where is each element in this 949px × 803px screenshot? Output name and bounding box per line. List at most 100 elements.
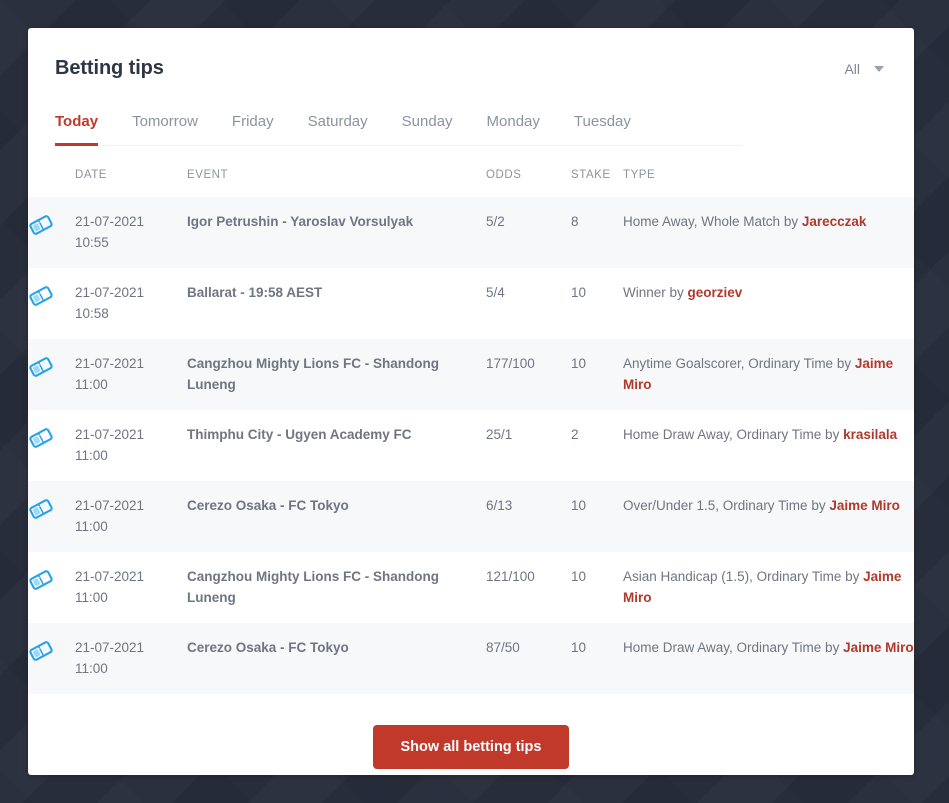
row-tipster-link[interactable]: Jaime Miro: [623, 569, 901, 605]
row-type-cell: Over/Under 1.5, Ordinary Time by Jaime M…: [623, 481, 914, 552]
row-stake-cell: 2: [571, 410, 623, 481]
row-date-cell: 21-07-2021 11:00: [75, 623, 187, 694]
table-header-row: DATE EVENT ODDS STAKE TYPE: [28, 163, 914, 197]
row-date-cell: 21-07-2021 10:55: [75, 197, 187, 268]
row-ticket-icon-cell: [28, 339, 75, 410]
ticket-icon: [28, 283, 54, 309]
row-stake-cell: 10: [571, 339, 623, 410]
day-tabs: Today Tomorrow Friday Saturday Sunday Mo…: [55, 113, 743, 146]
row-event-cell[interactable]: Cangzhou Mighty Lions FC - Shandong Lune…: [187, 552, 486, 623]
row-stake-cell: 10: [571, 481, 623, 552]
tab-sunday[interactable]: Sunday: [402, 113, 453, 146]
tab-today[interactable]: Today: [55, 113, 98, 146]
row-event-cell[interactable]: Igor Petrushin - Yaroslav Vorsulyak: [187, 197, 486, 268]
filter-dropdown[interactable]: All: [844, 61, 886, 77]
row-time: 11:00: [75, 448, 108, 463]
row-time: 11:00: [75, 590, 108, 605]
row-date-cell: 21-07-2021 11:00: [75, 339, 187, 410]
row-ticket-icon-cell: [28, 268, 75, 339]
card-header: Betting tips All: [28, 28, 914, 80]
row-date: 21-07-2021: [75, 569, 144, 584]
table-row[interactable]: 21-07-2021 11:00 Cangzhou Mighty Lions FC …: [28, 339, 914, 410]
row-stake-cell: 8: [571, 197, 623, 268]
column-header-event: EVENT: [187, 163, 486, 197]
row-odds-cell: 121/100: [486, 552, 571, 623]
row-time: 11:00: [75, 661, 108, 676]
row-event-cell[interactable]: Ballarat - 19:58 AEST: [187, 268, 486, 339]
tab-tuesday[interactable]: Tuesday: [574, 113, 631, 146]
chevron-down-icon: [874, 66, 884, 72]
row-ticket-icon-cell: [28, 623, 75, 694]
row-tipster-link[interactable]: Jaime Miro: [843, 640, 914, 655]
show-all-betting-tips-button[interactable]: Show all betting tips: [373, 725, 570, 769]
row-type-cell: Home Away, Whole Match by Jarecczak: [623, 197, 914, 268]
column-header-date: DATE: [75, 163, 187, 197]
row-type-cell: Anytime Goalscorer, Ordinary Time by Jai…: [623, 339, 914, 410]
row-date: 21-07-2021: [75, 640, 144, 655]
table-row[interactable]: 21-07-202110:58Ballarat - 19:58 AEST5/41…: [28, 268, 914, 339]
ticket-icon: [28, 425, 54, 451]
row-date: 21-07-2021: [75, 356, 144, 371]
row-odds-cell: 25/1: [486, 410, 571, 481]
tab-saturday[interactable]: Saturday: [308, 113, 368, 146]
tab-friday[interactable]: Friday: [232, 113, 274, 146]
row-tipster-link[interactable]: georziev: [688, 285, 743, 300]
row-date: 21-07-2021: [75, 214, 144, 229]
row-date-cell: 21-07-2021 11:00: [75, 552, 187, 623]
ticket-icon: [28, 638, 54, 664]
card-footer: Show all betting tips: [28, 694, 914, 769]
row-time: 11:00: [75, 519, 108, 534]
table-row[interactable]: 21-07-2021 11:00 Cerezo Osaka - FC Tokyo6/…: [28, 481, 914, 552]
table-header: DATE EVENT ODDS STAKE TYPE: [28, 163, 914, 197]
row-date: 21-07-2021: [75, 427, 144, 442]
table-row[interactable]: 21-07-2021 10:55 Igor Petrushin - Yaroslav…: [28, 197, 914, 268]
row-type-cell: Winner by georziev: [623, 268, 914, 339]
row-ticket-icon-cell: [28, 410, 75, 481]
row-event-cell[interactable]: Cerezo Osaka - FC Tokyo: [187, 481, 486, 552]
row-date-cell: 21-07-2021 11:00: [75, 410, 187, 481]
betting-tips-card: Betting tips All Today Tomorrow Friday S…: [28, 28, 914, 775]
row-odds-cell: 6/13: [486, 481, 571, 552]
table-row[interactable]: 21-07-2021 11:00 Cangzhou Mighty Lions FC …: [28, 552, 914, 623]
ticket-icon: [28, 496, 54, 522]
tabs-container: Today Tomorrow Friday Saturday Sunday Mo…: [28, 113, 914, 146]
filter-dropdown-label: All: [844, 61, 860, 77]
row-type-cell: Home Draw Away, Ordinary Time by Jaime M…: [623, 623, 914, 694]
row-odds-cell: 5/2: [486, 197, 571, 268]
column-header-odds: ODDS: [486, 163, 571, 197]
row-tipster-link[interactable]: Jaime Miro: [829, 498, 900, 513]
row-type-cell: Asian Handicap (1.5), Ordinary Time by J…: [623, 552, 914, 623]
tab-monday[interactable]: Monday: [487, 113, 540, 146]
tab-tomorrow[interactable]: Tomorrow: [132, 113, 198, 146]
row-time: 11:00: [75, 377, 108, 392]
row-type-cell: Home Draw Away, Ordinary Time by krasila…: [623, 410, 914, 481]
column-header-stake: STAKE: [571, 163, 623, 197]
table-row[interactable]: 21-07-2021 11:00 Thimphu City - Ugyen Acad…: [28, 410, 914, 481]
table-row[interactable]: 21-07-2021 11:00 Cerezo Osaka - FC Tokyo87…: [28, 623, 914, 694]
row-tipster-link[interactable]: Jarecczak: [802, 214, 867, 229]
row-odds-cell: 87/50: [486, 623, 571, 694]
row-event-cell[interactable]: Cerezo Osaka - FC Tokyo: [187, 623, 486, 694]
column-header-type: TYPE: [623, 163, 914, 197]
row-event-cell[interactable]: Thimphu City - Ugyen Academy FC: [187, 410, 486, 481]
row-ticket-icon-cell: [28, 197, 75, 268]
row-time: 10:55: [75, 235, 109, 250]
row-date: 21-07-2021: [75, 285, 144, 300]
row-stake-cell: 10: [571, 623, 623, 694]
row-date-cell: 21-07-2021 11:00: [75, 481, 187, 552]
row-odds-cell: 177/100: [486, 339, 571, 410]
ticket-icon: [28, 212, 54, 238]
row-odds-cell: 5/4: [486, 268, 571, 339]
page-title: Betting tips: [55, 57, 164, 80]
row-ticket-icon-cell: [28, 552, 75, 623]
row-ticket-icon-cell: [28, 481, 75, 552]
row-date: 21-07-2021: [75, 498, 144, 513]
row-tipster-link[interactable]: Jaime Miro: [623, 356, 893, 392]
row-event-cell[interactable]: Cangzhou Mighty Lions FC - Shandong Lune…: [187, 339, 486, 410]
table-body: 21-07-2021 10:55 Igor Petrushin - Yaroslav…: [28, 197, 914, 694]
betting-tips-table: DATE EVENT ODDS STAKE TYPE 21-07-202110:…: [28, 163, 914, 694]
row-tipster-link[interactable]: krasilala: [843, 427, 897, 442]
row-stake-cell: 10: [571, 552, 623, 623]
column-header-icon: [28, 163, 75, 197]
ticket-icon: [28, 567, 54, 593]
